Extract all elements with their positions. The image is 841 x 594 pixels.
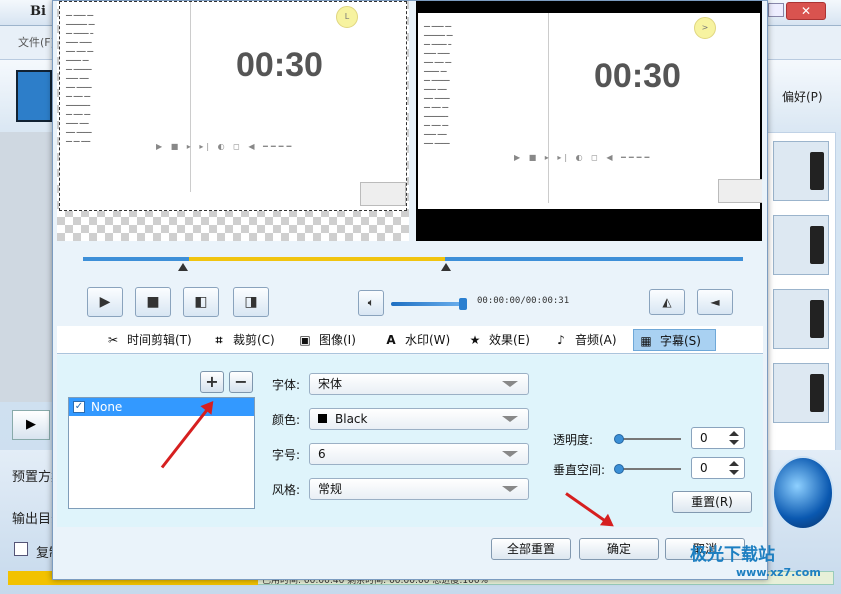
tab-label: 图像(I) bbox=[319, 333, 356, 347]
site-watermark: 极光下载站 bbox=[690, 545, 775, 565]
file-list bbox=[766, 132, 836, 452]
color-value: Black bbox=[335, 412, 368, 426]
reset-button[interactable]: 重置(R) bbox=[672, 491, 752, 513]
font-select[interactable]: 宋体 bbox=[309, 373, 529, 395]
volume-knob[interactable] bbox=[459, 298, 468, 310]
tab-time-trim[interactable]: ✂ 时间剪辑(T) bbox=[105, 329, 192, 351]
output-preview: ━━ ━━━━ ━━ ━━━━━━━ ━━ ━━ ━━━━━ ━ ━━━━ ━━━━ ━… bbox=[416, 1, 762, 241]
preview-timer: 00:30 bbox=[236, 46, 323, 84]
size-select[interactable]: 6 bbox=[309, 443, 529, 465]
main-play-button[interactable]: ▶ bbox=[12, 410, 50, 440]
tab-audio[interactable]: ♪ 音频(A) bbox=[553, 329, 617, 351]
divider-line bbox=[548, 13, 549, 203]
star-icon: ★ bbox=[469, 333, 481, 347]
size-label: 字号: bbox=[272, 448, 301, 462]
file-thumbnail[interactable] bbox=[773, 289, 829, 349]
preview-timer: 00:30 bbox=[594, 57, 681, 95]
vertical-space-knob[interactable] bbox=[614, 464, 624, 474]
subtitle-list-item[interactable]: None bbox=[69, 398, 254, 416]
embedded-controls: ▶ ■ ▸ ▸| ◐ ◻ ◀ ━━━━ bbox=[156, 142, 295, 151]
color-label: 颜色: bbox=[272, 413, 301, 427]
site-watermark-url: www.xz7.com bbox=[736, 566, 821, 579]
color-swatch bbox=[318, 414, 327, 423]
tab-label: 效果(E) bbox=[489, 333, 530, 347]
tab-image[interactable]: ▣ 图像(I) bbox=[297, 329, 356, 351]
embedded-controls: ▶ ■ ▸ ▸| ◐ ◻ ◀ ━━━━ bbox=[514, 153, 653, 162]
file-thumbnail[interactable] bbox=[773, 215, 829, 275]
watermark-icon: A bbox=[386, 333, 396, 347]
main-title: Bi bbox=[30, 4, 46, 19]
divider-line bbox=[190, 2, 191, 192]
reset-all-button[interactable]: 全部重置 bbox=[491, 538, 571, 560]
crop-icon: ⌗ bbox=[215, 333, 223, 347]
trim-end-marker[interactable] bbox=[441, 263, 451, 271]
flip-horizontal-icon[interactable]: ◭ bbox=[649, 289, 685, 315]
preview-frame: ━━ ━━━━ ━━ ━━━━━━━ ━━ ━━ ━━━━━ ━ ━━━━ ━━━━ ━… bbox=[418, 13, 762, 209]
document-content: ━━ ━━━━ ━━ ━━━━━━━ ━━ ━━ ━━━━━ ━ ━━━━ ━━━━ ━… bbox=[66, 13, 95, 145]
timeline-selection bbox=[189, 257, 445, 261]
subtitle-icon: ▦ bbox=[640, 334, 652, 348]
volume-slider[interactable] bbox=[391, 302, 467, 306]
menu-file[interactable]: 文件(F) bbox=[18, 34, 55, 50]
copy-checkbox[interactable] bbox=[14, 542, 28, 556]
stop-button[interactable]: ■ bbox=[135, 287, 171, 317]
color-select[interactable]: Black bbox=[309, 408, 529, 430]
original-preview: ━━ ━━━━ ━━ ━━━━━━━ ━━ ━━ ━━━━━ ━ ━━━━ ━━━━ ━… bbox=[57, 1, 409, 241]
tab-label: 音频(A) bbox=[575, 333, 617, 347]
music-icon: ♪ bbox=[557, 333, 565, 347]
tab-label: 裁剪(C) bbox=[233, 333, 275, 347]
maximize-icon[interactable] bbox=[768, 3, 784, 17]
subtitle-checkbox[interactable]: ✓ bbox=[73, 401, 85, 413]
opacity-slider[interactable] bbox=[619, 438, 681, 440]
main-preview-area bbox=[0, 132, 56, 402]
play-button[interactable]: ▶ bbox=[87, 287, 123, 317]
rotate-icon[interactable]: ◄ bbox=[697, 289, 733, 315]
embedded-screenshot bbox=[718, 179, 762, 203]
style-select[interactable]: 常规 bbox=[309, 478, 529, 500]
document-content: ━━ ━━━━ ━━ ━━━━━━━ ━━ ━━ ━━━━━ ━ ━━━━ ━━━━ ━… bbox=[424, 24, 453, 147]
tab-label: 时间剪辑(T) bbox=[127, 333, 192, 347]
embedded-screenshot bbox=[360, 182, 406, 206]
vertical-space-slider[interactable] bbox=[619, 468, 681, 470]
vertical-space-label: 垂直空间: bbox=[553, 463, 606, 477]
tab-label: 字幕(S) bbox=[660, 334, 701, 348]
remove-subtitle-button[interactable]: − bbox=[229, 371, 253, 393]
opacity-knob[interactable] bbox=[614, 434, 624, 444]
film-icon[interactable] bbox=[16, 70, 52, 122]
tab-crop[interactable]: ⌗ 裁剪(C) bbox=[211, 329, 275, 351]
close-icon[interactable]: ✕ bbox=[786, 2, 826, 20]
style-label: 风格: bbox=[272, 483, 301, 497]
font-label: 字体: bbox=[272, 378, 301, 392]
playback-time: 00:00:00/00:00:31 bbox=[477, 296, 570, 306]
preview-frame: ━━ ━━━━ ━━ ━━━━━━━ ━━ ━━ ━━━━━ ━ ━━━━ ━━━━ ━… bbox=[59, 1, 407, 211]
trim-start-marker[interactable] bbox=[178, 263, 188, 271]
volume-icon[interactable]: 🔈︎ bbox=[358, 290, 384, 316]
cursor-highlight: > bbox=[694, 17, 716, 39]
scissors-icon: ✂ bbox=[107, 333, 119, 347]
tab-effects[interactable]: ★ 效果(E) bbox=[467, 329, 530, 351]
prefs-menu[interactable]: 偏好(P) bbox=[782, 88, 823, 105]
add-subtitle-button[interactable]: + bbox=[200, 371, 224, 393]
tab-subtitle[interactable]: ▦ 字幕(S) bbox=[633, 329, 716, 351]
tab-watermark[interactable]: A 水印(W) bbox=[383, 329, 450, 351]
tab-label: 水印(W) bbox=[405, 333, 451, 347]
ok-button[interactable]: 确定 bbox=[579, 538, 659, 560]
mark-in-icon[interactable]: ◧ bbox=[183, 287, 219, 317]
file-thumbnail[interactable] bbox=[773, 363, 829, 423]
cursor-highlight: L bbox=[336, 6, 358, 28]
convert-button[interactable] bbox=[772, 456, 834, 530]
image-icon: ▣ bbox=[299, 333, 311, 347]
file-thumbnail[interactable] bbox=[773, 141, 829, 201]
vertical-space-input[interactable]: 0 bbox=[691, 457, 745, 479]
mark-out-icon[interactable]: ◨ bbox=[233, 287, 269, 317]
opacity-input[interactable]: 0 bbox=[691, 427, 745, 449]
opacity-label: 透明度: bbox=[553, 433, 594, 447]
effects-dialog: ━━ ━━━━ ━━ ━━━━━━━ ━━ ━━ ━━━━━ ━ ━━━━ ━━━━ ━… bbox=[52, 0, 768, 580]
